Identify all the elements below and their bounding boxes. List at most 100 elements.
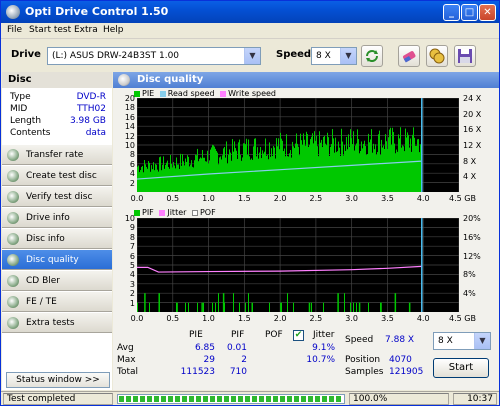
x-tick: 2.0 xyxy=(273,314,287,323)
pie-bar xyxy=(219,157,220,192)
pie-bar xyxy=(341,128,342,192)
cd-bler-icon xyxy=(7,275,19,287)
x-tick: 3.0 xyxy=(345,194,359,203)
pie-bar xyxy=(187,155,188,192)
status-window-button[interactable]: Status window >> xyxy=(6,372,110,388)
nav-cd-bler[interactable]: CD Bler xyxy=(2,270,112,291)
pif-bar xyxy=(368,302,369,312)
maximize-button[interactable]: □ xyxy=(461,4,478,21)
pie-bar xyxy=(368,133,369,192)
menu-extra[interactable]: Extra xyxy=(74,25,98,35)
stat-header-pif: PIF xyxy=(231,330,245,340)
samples-value: 121905 xyxy=(389,367,424,377)
pie-bar xyxy=(382,147,383,192)
nav-drive-info[interactable]: Drive info xyxy=(2,207,112,228)
pie-bar xyxy=(279,149,280,192)
start-button[interactable]: Start xyxy=(433,358,489,378)
pif-peak xyxy=(394,293,397,312)
nav-create-test-disc[interactable]: Create test disc xyxy=(2,165,112,186)
y-tick-left: 2 xyxy=(129,289,135,299)
close-button[interactable]: ✕ xyxy=(479,4,496,21)
menu-help[interactable]: Help xyxy=(103,25,124,35)
x-tick: 4.5 GB xyxy=(449,314,476,323)
pie-bar xyxy=(296,133,297,192)
pie-bar xyxy=(335,137,336,192)
pie-bar xyxy=(288,156,289,192)
nav-extra-tests[interactable]: Extra tests xyxy=(2,312,112,333)
stat-max-pif: 2 xyxy=(241,355,247,365)
pie-bar xyxy=(216,150,217,192)
minimize-button[interactable]: _ xyxy=(443,4,460,21)
pif-bar xyxy=(350,302,351,312)
quality-speed-select[interactable]: 8 X ▼ xyxy=(433,332,491,350)
pie-bar xyxy=(174,165,175,192)
y-tick-right: 20 X xyxy=(463,109,482,119)
jitter-checkbox[interactable]: ✔ xyxy=(293,330,304,341)
pie-bar xyxy=(257,147,258,192)
menu-start-test[interactable]: Start test xyxy=(29,25,71,35)
disc-quality-panel: Disc quality PIE Read speed Write speed … xyxy=(113,72,499,390)
title-bar[interactable]: Opti Drive Control 1.50 _ □ ✕ xyxy=(1,1,499,23)
pie-bar xyxy=(215,148,216,192)
pif-bar xyxy=(239,302,240,312)
panel-header: Disc quality xyxy=(113,72,499,88)
pie-bar xyxy=(406,137,407,192)
pif-peak xyxy=(158,293,160,312)
pie-bar xyxy=(310,139,311,192)
copy-button[interactable] xyxy=(426,45,448,67)
nav-disc-quality[interactable]: Disc quality xyxy=(2,249,112,270)
pie-bar xyxy=(299,155,300,192)
eraser-icon xyxy=(403,51,416,63)
pie-bar xyxy=(354,150,355,192)
pie-bar xyxy=(211,147,212,192)
x-tick: 3.5 xyxy=(381,194,394,203)
x-tick: 3.0 xyxy=(345,314,359,323)
pie-bar xyxy=(386,141,387,192)
nav-fe-te[interactable]: FE / TE xyxy=(2,291,112,312)
pif-bar xyxy=(356,302,357,312)
quality-speed-select-value: 8 X xyxy=(438,336,453,346)
stat-total-pie: 111523 xyxy=(180,367,215,377)
pie-bar xyxy=(369,142,370,192)
pie-bar xyxy=(182,154,183,192)
save-button[interactable] xyxy=(454,45,476,67)
pie-bar xyxy=(323,136,324,192)
menu-file[interactable]: File xyxy=(7,25,22,35)
pie-bar xyxy=(239,139,240,192)
pie-bar xyxy=(199,158,200,192)
disc-row-contents: Contents data xyxy=(10,128,106,138)
pie-bar xyxy=(381,139,382,192)
pie-bar xyxy=(268,159,269,192)
pie-bar xyxy=(208,163,209,192)
pie-bar xyxy=(295,143,296,192)
nav-disc-info[interactable]: Disc info xyxy=(2,228,112,249)
sidebar: Disc Type DVD-R MID TTH02 Length 3.98 GB Co… xyxy=(2,72,112,390)
pie-bar xyxy=(399,138,400,192)
pie-bar xyxy=(408,134,409,192)
y-tick-left: 12 xyxy=(124,131,135,141)
y-tick-left: 20 xyxy=(124,94,135,103)
pie-bar xyxy=(244,143,245,192)
refresh-button[interactable] xyxy=(361,45,383,67)
pie-bar xyxy=(233,151,234,192)
pie-bar xyxy=(356,143,357,192)
pie-bar xyxy=(375,144,376,192)
pif-peak xyxy=(380,302,382,312)
y-tick-left: 18 xyxy=(124,103,135,113)
app-icon xyxy=(6,5,20,19)
stat-header-jitter: Jitter xyxy=(313,330,335,340)
toolbar: Drive (L:) ASUS DRW-24B3ST 1.00 ▼ Speed … xyxy=(1,40,499,72)
pie-bar xyxy=(143,172,144,192)
nav-verify-test-disc[interactable]: Verify test disc xyxy=(2,186,112,207)
pie-bar xyxy=(411,151,412,192)
pie-bar xyxy=(294,148,295,192)
pie-bar xyxy=(223,148,224,192)
drive-select[interactable]: (L:) ASUS DRW-24B3ST 1.00 ▼ xyxy=(47,47,261,65)
erase-button[interactable] xyxy=(398,45,420,67)
pie-bar xyxy=(259,152,260,192)
speed-select[interactable]: 8 X ▼ xyxy=(311,47,357,65)
status-time: 10:37 xyxy=(453,393,497,405)
pie-bar xyxy=(364,140,365,192)
nav-transfer-rate[interactable]: Transfer rate xyxy=(2,144,112,165)
pie-bar xyxy=(324,135,325,192)
